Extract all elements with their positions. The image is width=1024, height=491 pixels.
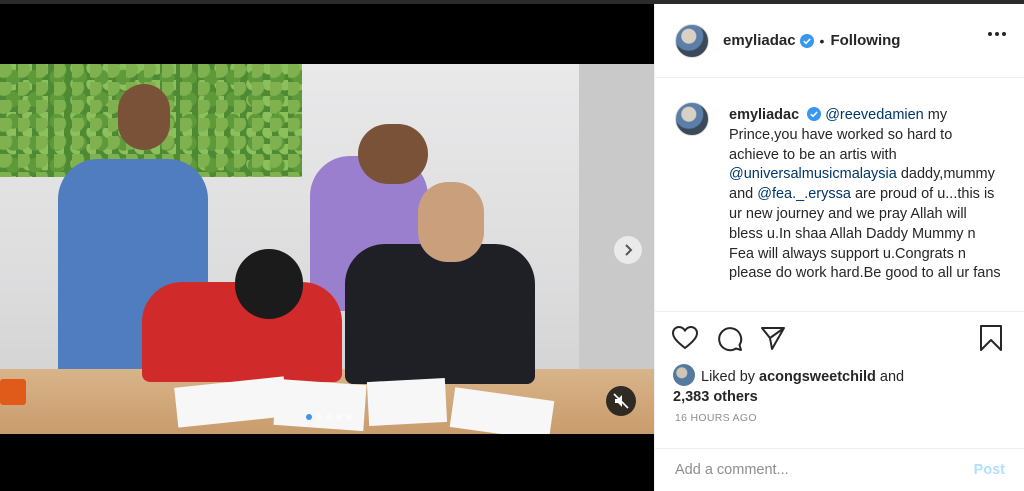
liked-by-user[interactable]: acongsweetchild [759,369,876,385]
post-comment-button[interactable]: Post [974,462,1005,478]
following-button[interactable]: Following [830,32,900,49]
post-actions: Liked by acongsweetchild and 2,383 other… [655,311,1024,489]
comment-icon[interactable] [715,324,743,352]
post-header: emyliadac • Following [655,4,1024,78]
person-head [118,84,170,150]
person-head [418,182,484,262]
avatar[interactable] [673,364,695,386]
author-username[interactable]: emyliadac [723,32,796,49]
video-frame[interactable] [0,64,654,434]
carousel-dots [306,414,352,420]
mention-link[interactable]: @reevedamien [825,107,924,123]
post-media[interactable] [0,4,654,491]
carousel-dot [326,414,332,420]
separator: • [819,32,825,49]
document [273,378,367,432]
caption-text: emyliadac @reevedamien my Prince,you hav… [729,106,1004,284]
post-side-panel: emyliadac • Following emyliadac @reeveda… [654,4,1024,491]
mention-link[interactable]: @universalmusicmalaysia [729,166,897,182]
comment-bar: Post [655,448,1024,490]
likes-connector: and [879,369,905,385]
tablet-device [0,379,26,405]
person-seated-right [345,244,535,384]
likes-prefix: Liked by [701,369,756,385]
carousel-dot [316,414,322,420]
caption: emyliadac @reevedamien my Prince,you hav… [655,78,1024,311]
verified-badge-icon [807,107,822,121]
caption-username[interactable]: emyliadac [729,107,799,123]
carousel-dot [336,414,342,420]
bookmark-icon[interactable] [977,324,1005,352]
carousel-dot [346,414,352,420]
person-head [358,124,428,184]
avatar[interactable] [675,102,709,136]
likes-count[interactable]: 2,383 others [673,389,758,405]
action-icons [671,324,787,352]
comment-input[interactable] [675,461,974,478]
next-arrow-icon[interactable] [614,236,642,264]
mention-link[interactable]: @fea._.eryssa [757,186,851,202]
caption-body: @reevedamien my Prince,you have worked s… [729,107,1001,281]
document [366,377,448,427]
more-options-icon[interactable] [988,32,1006,36]
person-head [235,249,303,319]
verified-badge-icon [799,33,814,48]
mute-icon[interactable] [606,386,636,416]
share-icon[interactable] [759,324,787,352]
likes-summary: Liked by acongsweetchild and 2,383 other… [673,364,904,407]
carousel-dot [306,414,312,420]
heart-icon[interactable] [671,324,699,352]
post-timestamp[interactable]: 16 HOURS AGO [675,412,757,424]
avatar[interactable] [675,23,709,58]
